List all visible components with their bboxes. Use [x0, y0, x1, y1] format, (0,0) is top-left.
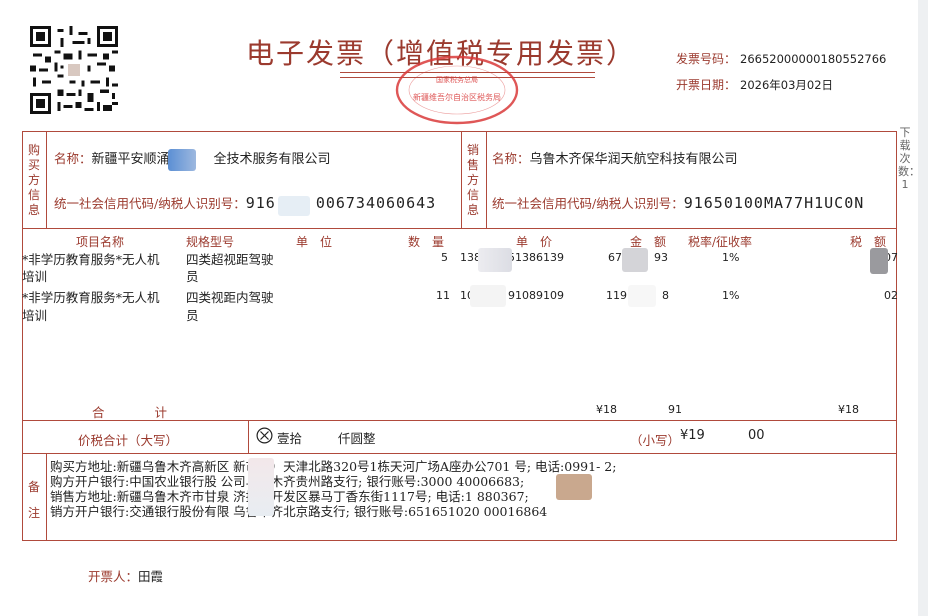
redaction-blur	[870, 248, 888, 274]
redaction-blur	[168, 149, 196, 171]
svg-text:新疆维吾尔自治区税务局: 新疆维吾尔自治区税务局	[413, 92, 501, 102]
divider-remarks	[22, 453, 897, 454]
remarks-section-label: 备注	[27, 480, 40, 520]
invoice-number-label: 发票号码：	[676, 52, 737, 66]
buyer-tax-part2: 006734060643	[315, 194, 437, 212]
issuer-row: 开票人：田霞	[88, 566, 163, 585]
grand-total-words-b: 仟圆整	[338, 431, 376, 446]
row2-tax: 02	[884, 289, 898, 302]
tax-seal-stamp: 国家税务总局 新疆维吾尔自治区税务局	[395, 55, 519, 125]
row1-qty: 5	[441, 251, 448, 264]
invoice-number-row: 发票号码： 26652000000180552766	[676, 50, 886, 67]
redaction-blur	[628, 285, 656, 307]
buyer-name-part2: 全技术服务有限公司	[213, 152, 331, 167]
invoice-number: 26652000000180552766	[740, 52, 887, 66]
row2-item-line2: 培训	[22, 308, 48, 323]
row1-spec-line2: 员	[186, 269, 199, 284]
party-divider	[461, 131, 462, 228]
row2-spec-line2: 员	[186, 308, 199, 323]
seller-tax-id: 91650100MA77H1UC0N	[683, 194, 865, 212]
redaction-blur	[278, 196, 310, 216]
viewer-scroll-gutter[interactable]	[918, 0, 928, 616]
seller-name-row: 名称：乌鲁木齐保华润天航空科技有限公司	[492, 148, 738, 167]
seller-name: 乌鲁木齐保华润天航空科技有限公司	[529, 152, 738, 167]
grand-total-divider	[248, 420, 249, 453]
header-unit: 单 位	[296, 235, 333, 249]
invoice-date-row: 开票日期： 2026年03月02日	[676, 76, 833, 93]
divider-parties	[22, 228, 897, 229]
grand-total-small-a: ¥19	[680, 428, 705, 443]
remarks-label-divider	[46, 453, 47, 541]
row1-rate: 1%	[722, 251, 740, 264]
buyer-name-label: 名称：	[54, 151, 92, 166]
grand-total-label: 价税合计（大写）	[78, 433, 179, 448]
remark-seller-bank: 销方开户银行:交通银行股份有限 乌鲁木齐北京路支行; 银行账号:65165102…	[50, 504, 548, 519]
total-amount-tail: 91	[668, 403, 682, 416]
row1-item-line2: 培训	[22, 269, 48, 284]
header-spec: 规格型号	[186, 235, 235, 249]
header-item: 项目名称	[76, 235, 125, 249]
total-label: 合 计	[92, 405, 168, 420]
seller-tax-row: 统一社会信用代码/纳税人识别号：91650100MA77H1UC0N	[492, 193, 864, 212]
row2-amount-b: 8	[662, 289, 669, 302]
header-price: 单 价	[516, 235, 553, 249]
seller-tax-label: 统一社会信用代码/纳税人识别号：	[492, 196, 684, 211]
row1-price-b: 51386139	[508, 251, 564, 264]
redaction-blur	[556, 474, 592, 500]
row1-spec-line1: 四类超视距驾驶	[186, 252, 274, 267]
grand-total-small-label: （小写）	[630, 433, 681, 448]
seller-section-label: 销售方信息	[466, 143, 479, 217]
issuer-label: 开票人：	[88, 569, 139, 584]
row2-qty: 11	[436, 289, 450, 302]
seller-name-label: 名称：	[492, 151, 530, 166]
redaction-blur	[478, 248, 512, 272]
row2-spec-line1: 四类视距内驾驶	[186, 290, 274, 305]
row1-amount-a: 67	[608, 251, 622, 264]
header-rate: 税率/征收率	[688, 235, 753, 249]
buyer-tax-label: 统一社会信用代码/纳税人识别号：	[54, 196, 246, 211]
row2-price-b: 91089109	[508, 289, 564, 302]
svg-text:国家税务总局: 国家税务总局	[436, 75, 478, 84]
cross-circle-icon	[256, 427, 273, 444]
grand-total-small-b: 00	[748, 428, 765, 443]
row2-item-line1: *非学历教育服务*无人机	[22, 290, 160, 305]
buyer-name-part1: 新疆平安顺涌	[91, 152, 170, 167]
redaction-blur	[248, 458, 274, 516]
issuer-name: 田霞	[138, 569, 164, 584]
invoice-date: 2026年03月02日	[740, 78, 834, 92]
row1-amount-b: 93	[654, 251, 668, 264]
qr-code-icon	[30, 26, 118, 114]
total-amount: ¥18	[596, 403, 617, 416]
redaction-blur	[622, 248, 648, 272]
download-count: 下载次数：1	[898, 126, 920, 191]
buyer-tax-row: 统一社会信用代码/纳税人识别号：916 006734060643	[54, 193, 436, 212]
row2-amount-a: 119	[606, 289, 627, 302]
row2-rate: 1%	[722, 289, 740, 302]
redaction-blur	[470, 285, 506, 307]
invoice-date-label: 开票日期：	[676, 78, 737, 92]
grand-total-words-a: 壹拾	[277, 431, 303, 446]
buyer-tax-part1: 916	[245, 194, 276, 212]
buyer-section-label: 购买方信息	[27, 143, 40, 217]
buyer-label-divider	[46, 131, 47, 228]
seller-label-divider	[486, 131, 487, 228]
total-tax: ¥18	[838, 403, 859, 416]
header-qty: 数 量	[408, 235, 445, 249]
